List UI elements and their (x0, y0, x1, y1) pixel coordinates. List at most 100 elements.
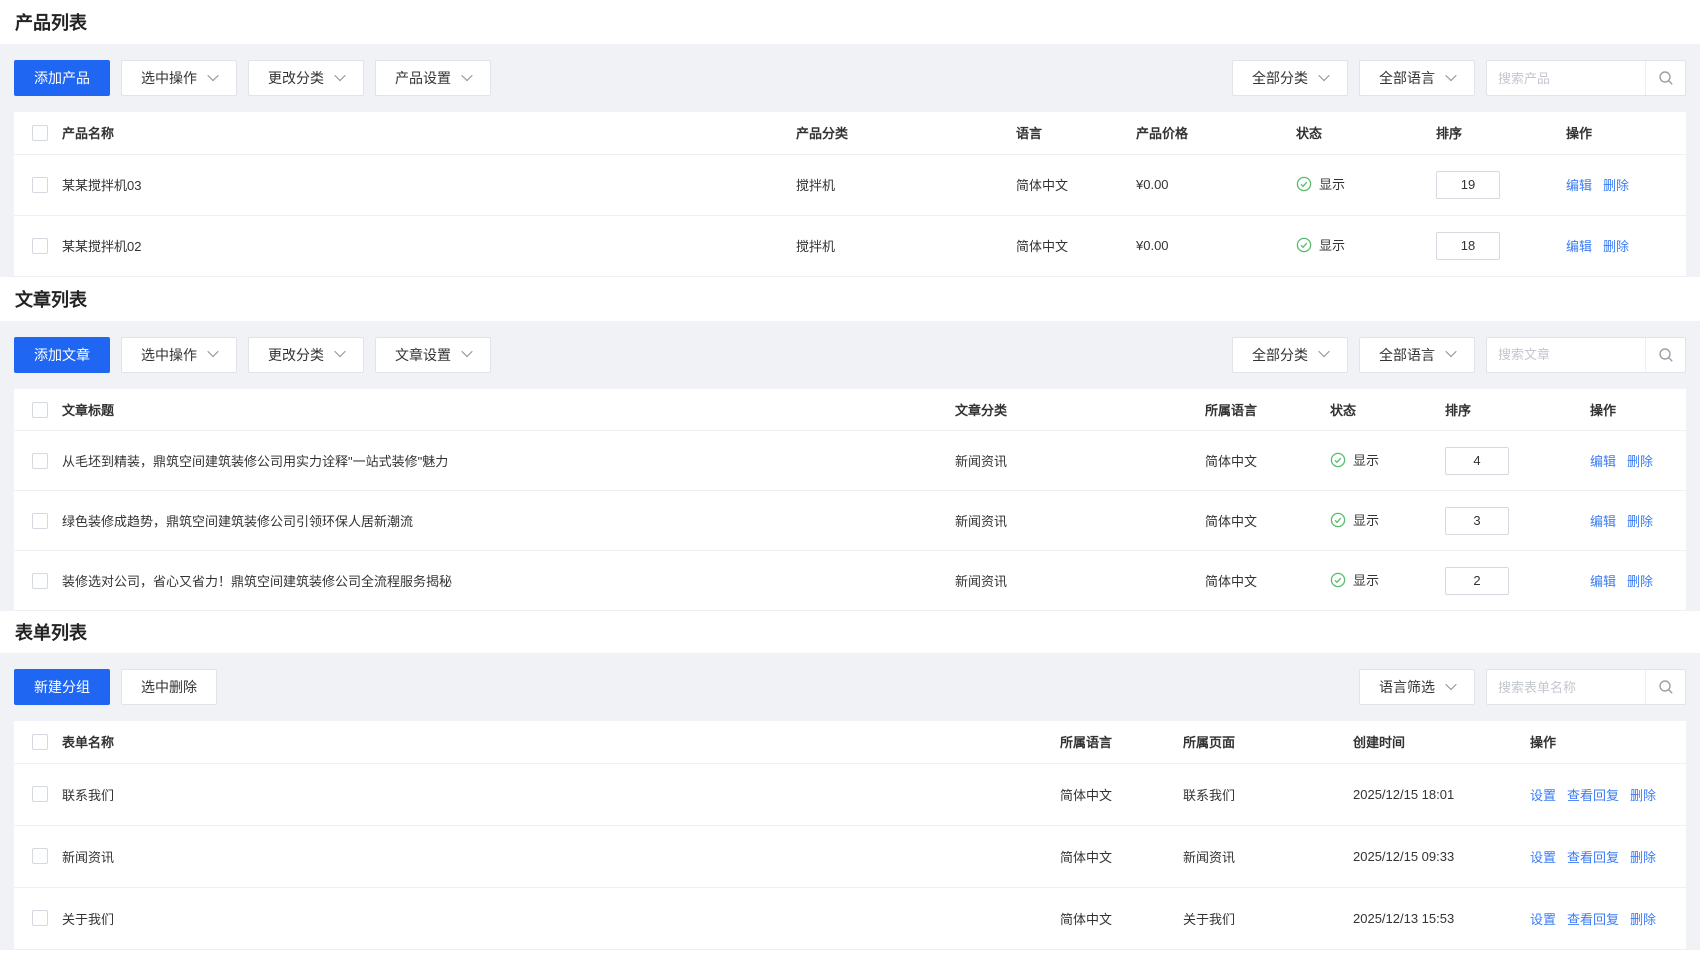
add-article-button[interactable]: 添加文章 (14, 337, 110, 373)
delete-link[interactable]: 删除 (1627, 511, 1653, 530)
row-checkbox[interactable] (32, 786, 48, 802)
article-title: 绿色装修成趋势，鼎筑空间建筑装修公司引领环保人居新潮流 (62, 491, 955, 551)
edit-link[interactable]: 编辑 (1590, 571, 1616, 590)
form-name: 关于我们 (62, 887, 1060, 949)
status-label: 显示 (1353, 510, 1379, 529)
status-label: 显示 (1353, 570, 1379, 589)
form-name: 新闻资讯 (62, 825, 1060, 887)
sort-input[interactable] (1436, 171, 1500, 199)
delete-link[interactable]: 删除 (1627, 571, 1653, 590)
chevron-down-icon (1318, 69, 1329, 80)
delete-selected-button[interactable]: 选中删除 (121, 669, 217, 705)
product-name: 某某搅拌机03 (62, 154, 796, 215)
status-badge: 显示 (1296, 174, 1345, 193)
forms-header-row: 表单名称 所属语言 所属页面 创建时间 操作 (14, 721, 1686, 763)
products-settings-label: 产品设置 (395, 68, 451, 88)
forms-search (1486, 669, 1686, 705)
form-created-time: 2025/12/15 09:33 (1353, 825, 1530, 887)
col-article-title: 文章标题 (62, 389, 955, 431)
delete-link[interactable]: 删除 (1630, 847, 1656, 866)
add-product-button[interactable]: 添加产品 (14, 60, 110, 96)
settings-link[interactable]: 设置 (1530, 909, 1556, 928)
select-all-checkbox[interactable] (32, 402, 48, 418)
sort-input[interactable] (1436, 232, 1500, 260)
row-checkbox[interactable] (32, 238, 48, 254)
settings-link[interactable]: 设置 (1530, 785, 1556, 804)
article-category: 新闻资讯 (955, 551, 1205, 611)
delete-link[interactable]: 删除 (1603, 175, 1629, 194)
status-badge: 显示 (1330, 450, 1379, 469)
forms-page-title: 表单列表 (0, 611, 1700, 653)
products-category-filter[interactable]: 全部分类 (1232, 60, 1348, 96)
view-replies-link[interactable]: 查看回复 (1567, 785, 1619, 804)
forms-table: 表单名称 所属语言 所属页面 创建时间 操作 联系我们 简体中文 联系我们 20… (14, 721, 1686, 950)
products-search (1486, 60, 1686, 96)
view-replies-link[interactable]: 查看回复 (1567, 847, 1619, 866)
product-language: 简体中文 (1016, 154, 1136, 215)
col-product-name: 产品名称 (62, 112, 796, 154)
chevron-down-icon (1445, 678, 1456, 689)
edit-link[interactable]: 编辑 (1566, 175, 1592, 194)
col-page: 所属页面 (1183, 721, 1353, 763)
edit-link[interactable]: 编辑 (1590, 511, 1616, 530)
form-page: 新闻资讯 (1183, 825, 1353, 887)
products-change-category-label: 更改分类 (268, 68, 324, 88)
delete-link[interactable]: 删除 (1627, 451, 1653, 470)
delete-link[interactable]: 删除 (1603, 236, 1629, 255)
forms-language-filter-label: 语言筛选 (1379, 677, 1435, 697)
search-icon[interactable] (1645, 61, 1685, 95)
products-batch-actions-dropdown[interactable]: 选中操作 (121, 60, 237, 96)
chevron-down-icon (461, 346, 472, 357)
products-search-input[interactable] (1487, 61, 1645, 95)
products-category-filter-label: 全部分类 (1252, 68, 1308, 88)
row-checkbox[interactable] (32, 177, 48, 193)
articles-change-category-dropdown[interactable]: 更改分类 (248, 337, 364, 373)
articles-search-input[interactable] (1487, 338, 1645, 372)
select-all-checkbox[interactable] (32, 125, 48, 141)
products-batch-actions-label: 选中操作 (141, 68, 197, 88)
row-checkbox[interactable] (32, 573, 48, 589)
edit-link[interactable]: 编辑 (1590, 451, 1616, 470)
articles-batch-actions-dropdown[interactable]: 选中操作 (121, 337, 237, 373)
forms-search-input[interactable] (1487, 670, 1645, 704)
status-label: 显示 (1353, 450, 1379, 469)
col-operations: 操作 (1590, 389, 1686, 431)
row-checkbox[interactable] (32, 910, 48, 926)
articles-language-filter-label: 全部语言 (1379, 345, 1435, 365)
table-row: 从毛坯到精装，鼎筑空间建筑装修公司用实力诠释"一站式装修"魅力 新闻资讯 简体中… (14, 431, 1686, 491)
chevron-down-icon (207, 346, 218, 357)
articles-language-filter[interactable]: 全部语言 (1359, 337, 1475, 373)
forms-section: 表单列表 新建分组 选中删除 语言筛选 (0, 611, 1700, 950)
sort-input[interactable] (1445, 507, 1509, 535)
sort-input[interactable] (1445, 567, 1509, 595)
articles-batch-actions-label: 选中操作 (141, 345, 197, 365)
row-checkbox[interactable] (32, 513, 48, 529)
forms-language-filter[interactable]: 语言筛选 (1359, 669, 1475, 705)
row-checkbox[interactable] (32, 848, 48, 864)
select-all-checkbox[interactable] (32, 734, 48, 750)
delete-link[interactable]: 删除 (1630, 909, 1656, 928)
chevron-down-icon (461, 69, 472, 80)
sort-input[interactable] (1445, 447, 1509, 475)
products-page-title: 产品列表 (0, 0, 1700, 44)
articles-settings-dropdown[interactable]: 文章设置 (375, 337, 491, 373)
product-name: 某某搅拌机02 (62, 215, 796, 276)
products-language-filter[interactable]: 全部语言 (1359, 60, 1475, 96)
table-row: 联系我们 简体中文 联系我们 2025/12/15 18:01 设置查看回复删除 (14, 763, 1686, 825)
chevron-down-icon (1318, 346, 1329, 357)
col-price: 产品价格 (1136, 112, 1296, 154)
products-change-category-dropdown[interactable]: 更改分类 (248, 60, 364, 96)
row-checkbox[interactable] (32, 453, 48, 469)
articles-category-filter[interactable]: 全部分类 (1232, 337, 1348, 373)
check-circle-icon (1330, 512, 1346, 528)
delete-link[interactable]: 删除 (1630, 785, 1656, 804)
view-replies-link[interactable]: 查看回复 (1567, 909, 1619, 928)
search-icon[interactable] (1645, 670, 1685, 704)
products-section: 产品列表 添加产品 选中操作 更改分类 产品设置 全部 (0, 0, 1700, 277)
products-settings-dropdown[interactable]: 产品设置 (375, 60, 491, 96)
search-icon[interactable] (1645, 338, 1685, 372)
edit-link[interactable]: 编辑 (1566, 236, 1592, 255)
settings-link[interactable]: 设置 (1530, 847, 1556, 866)
new-group-button[interactable]: 新建分组 (14, 669, 110, 705)
article-title: 从毛坯到精装，鼎筑空间建筑装修公司用实力诠释"一站式装修"魅力 (62, 431, 955, 491)
